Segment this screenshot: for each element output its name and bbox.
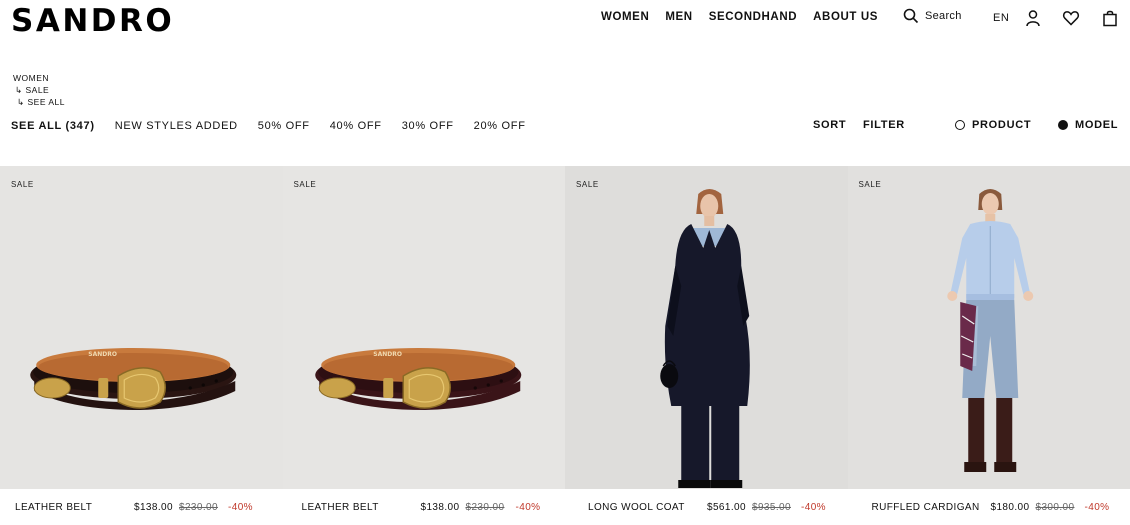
product-original-price: $230.00 bbox=[465, 502, 505, 513]
breadcrumb-sale[interactable]: ↳ SALE bbox=[13, 84, 65, 96]
search-label: Search bbox=[925, 10, 962, 22]
product-original-price: $230.00 bbox=[179, 502, 218, 513]
product-discount: -40% bbox=[515, 502, 541, 513]
product-card-image[interactable]: SALE bbox=[847, 166, 1130, 489]
sale-badge: SALE bbox=[11, 180, 34, 189]
filter-30-off[interactable]: 30% OFF bbox=[402, 120, 454, 132]
sale-badge: SALE bbox=[858, 180, 882, 189]
filter-new-styles[interactable]: NEW STYLES ADDED bbox=[115, 120, 238, 132]
brand-logo[interactable]: SANDRO bbox=[11, 2, 174, 40]
product-discount: -40% bbox=[1084, 502, 1110, 513]
product-info[interactable]: LONG WOOL COAT $561.00 $935.00 -40% bbox=[565, 489, 848, 525]
product-price: $138.00 bbox=[420, 502, 460, 513]
belt-product-image: SANDRO bbox=[30, 348, 237, 410]
search-icon bbox=[903, 8, 919, 24]
product-card-image[interactable]: SANDRO SALE bbox=[0, 166, 283, 489]
filter-40-off[interactable]: 40% OFF bbox=[330, 120, 382, 132]
view-model-option[interactable]: MODEL bbox=[1058, 119, 1118, 131]
product-discount: -40% bbox=[228, 502, 253, 513]
product-original-price: $935.00 bbox=[752, 502, 791, 513]
product-price: $561.00 bbox=[707, 502, 746, 513]
product-original-price: $300.00 bbox=[1035, 502, 1075, 513]
product-name[interactable]: LONG WOOL COAT bbox=[588, 502, 685, 513]
product-info[interactable]: LEATHER BELT $138.00 $230.00 -40% bbox=[283, 489, 566, 525]
radio-selected-icon bbox=[1058, 120, 1068, 130]
belt-brand-stamp: SANDRO bbox=[88, 351, 117, 358]
shopping-bag-icon[interactable] bbox=[1101, 9, 1119, 27]
product-card-image[interactable]: SANDRO SALE bbox=[282, 166, 565, 489]
sale-badge: SALE bbox=[576, 180, 599, 189]
wishlist-heart-icon[interactable] bbox=[1062, 9, 1080, 27]
product-name[interactable]: LEATHER BELT bbox=[302, 502, 379, 513]
breadcrumb-see-all[interactable]: ↳ SEE ALL bbox=[13, 96, 65, 108]
nav-secondhand[interactable]: SECONDHAND bbox=[709, 11, 797, 23]
product-info[interactable]: RUFFLED CARDIGAN $180.00 $300.00 -40% bbox=[848, 489, 1130, 525]
product-discount: -40% bbox=[801, 502, 826, 513]
cardigan-model-image bbox=[946, 189, 1033, 472]
product-card-image[interactable]: SALE bbox=[565, 166, 848, 489]
belt-brand-stamp: SANDRO bbox=[373, 351, 402, 358]
category-filter-bar: SEE ALL (347) NEW STYLES ADDED 50% OFF 4… bbox=[11, 120, 546, 132]
view-product-label: PRODUCT bbox=[972, 119, 1032, 131]
belt-product-image: SANDRO bbox=[314, 348, 521, 410]
view-product-option[interactable]: PRODUCT bbox=[955, 119, 1031, 131]
language-selector[interactable]: EN bbox=[993, 12, 1009, 24]
coat-model-image bbox=[660, 189, 750, 488]
view-model-label: MODEL bbox=[1075, 119, 1119, 131]
account-icon[interactable] bbox=[1024, 9, 1042, 27]
product-price: $180.00 bbox=[990, 502, 1030, 513]
nav-about-us[interactable]: ABOUT US bbox=[813, 11, 878, 23]
site-header: SANDRO WOMEN MEN SECONDHAND ABOUT US Sea… bbox=[0, 0, 1130, 40]
main-nav: WOMEN MEN SECONDHAND ABOUT US bbox=[601, 11, 878, 23]
sort-button[interactable]: SORT bbox=[813, 119, 846, 131]
filter-see-all[interactable]: SEE ALL (347) bbox=[11, 120, 95, 132]
filter-button[interactable]: FILTER bbox=[863, 119, 905, 131]
radio-unselected-icon bbox=[955, 120, 965, 130]
nav-women[interactable]: WOMEN bbox=[601, 11, 649, 23]
filter-50-off[interactable]: 50% OFF bbox=[258, 120, 310, 132]
breadcrumb: WOMEN ↳ SALE ↳ SEE ALL bbox=[13, 72, 65, 108]
product-price: $138.00 bbox=[134, 502, 173, 513]
sale-badge: SALE bbox=[293, 180, 317, 189]
product-info-row: LEATHER BELT $138.00 $230.00 -40% LEATHE… bbox=[0, 489, 1130, 525]
product-info[interactable]: LEATHER BELT $138.00 $230.00 -40% bbox=[0, 489, 283, 525]
nav-men[interactable]: MEN bbox=[665, 11, 692, 23]
product-name[interactable]: RUFFLED CARDIGAN bbox=[872, 502, 980, 513]
filter-20-off[interactable]: 20% OFF bbox=[474, 120, 526, 132]
search-button[interactable]: Search bbox=[903, 8, 962, 24]
breadcrumb-women[interactable]: WOMEN bbox=[13, 72, 65, 84]
product-name[interactable]: LEATHER BELT bbox=[15, 502, 92, 513]
product-grid: SANDRO SALE SANDRO SALE SALE SALE bbox=[0, 166, 1130, 489]
